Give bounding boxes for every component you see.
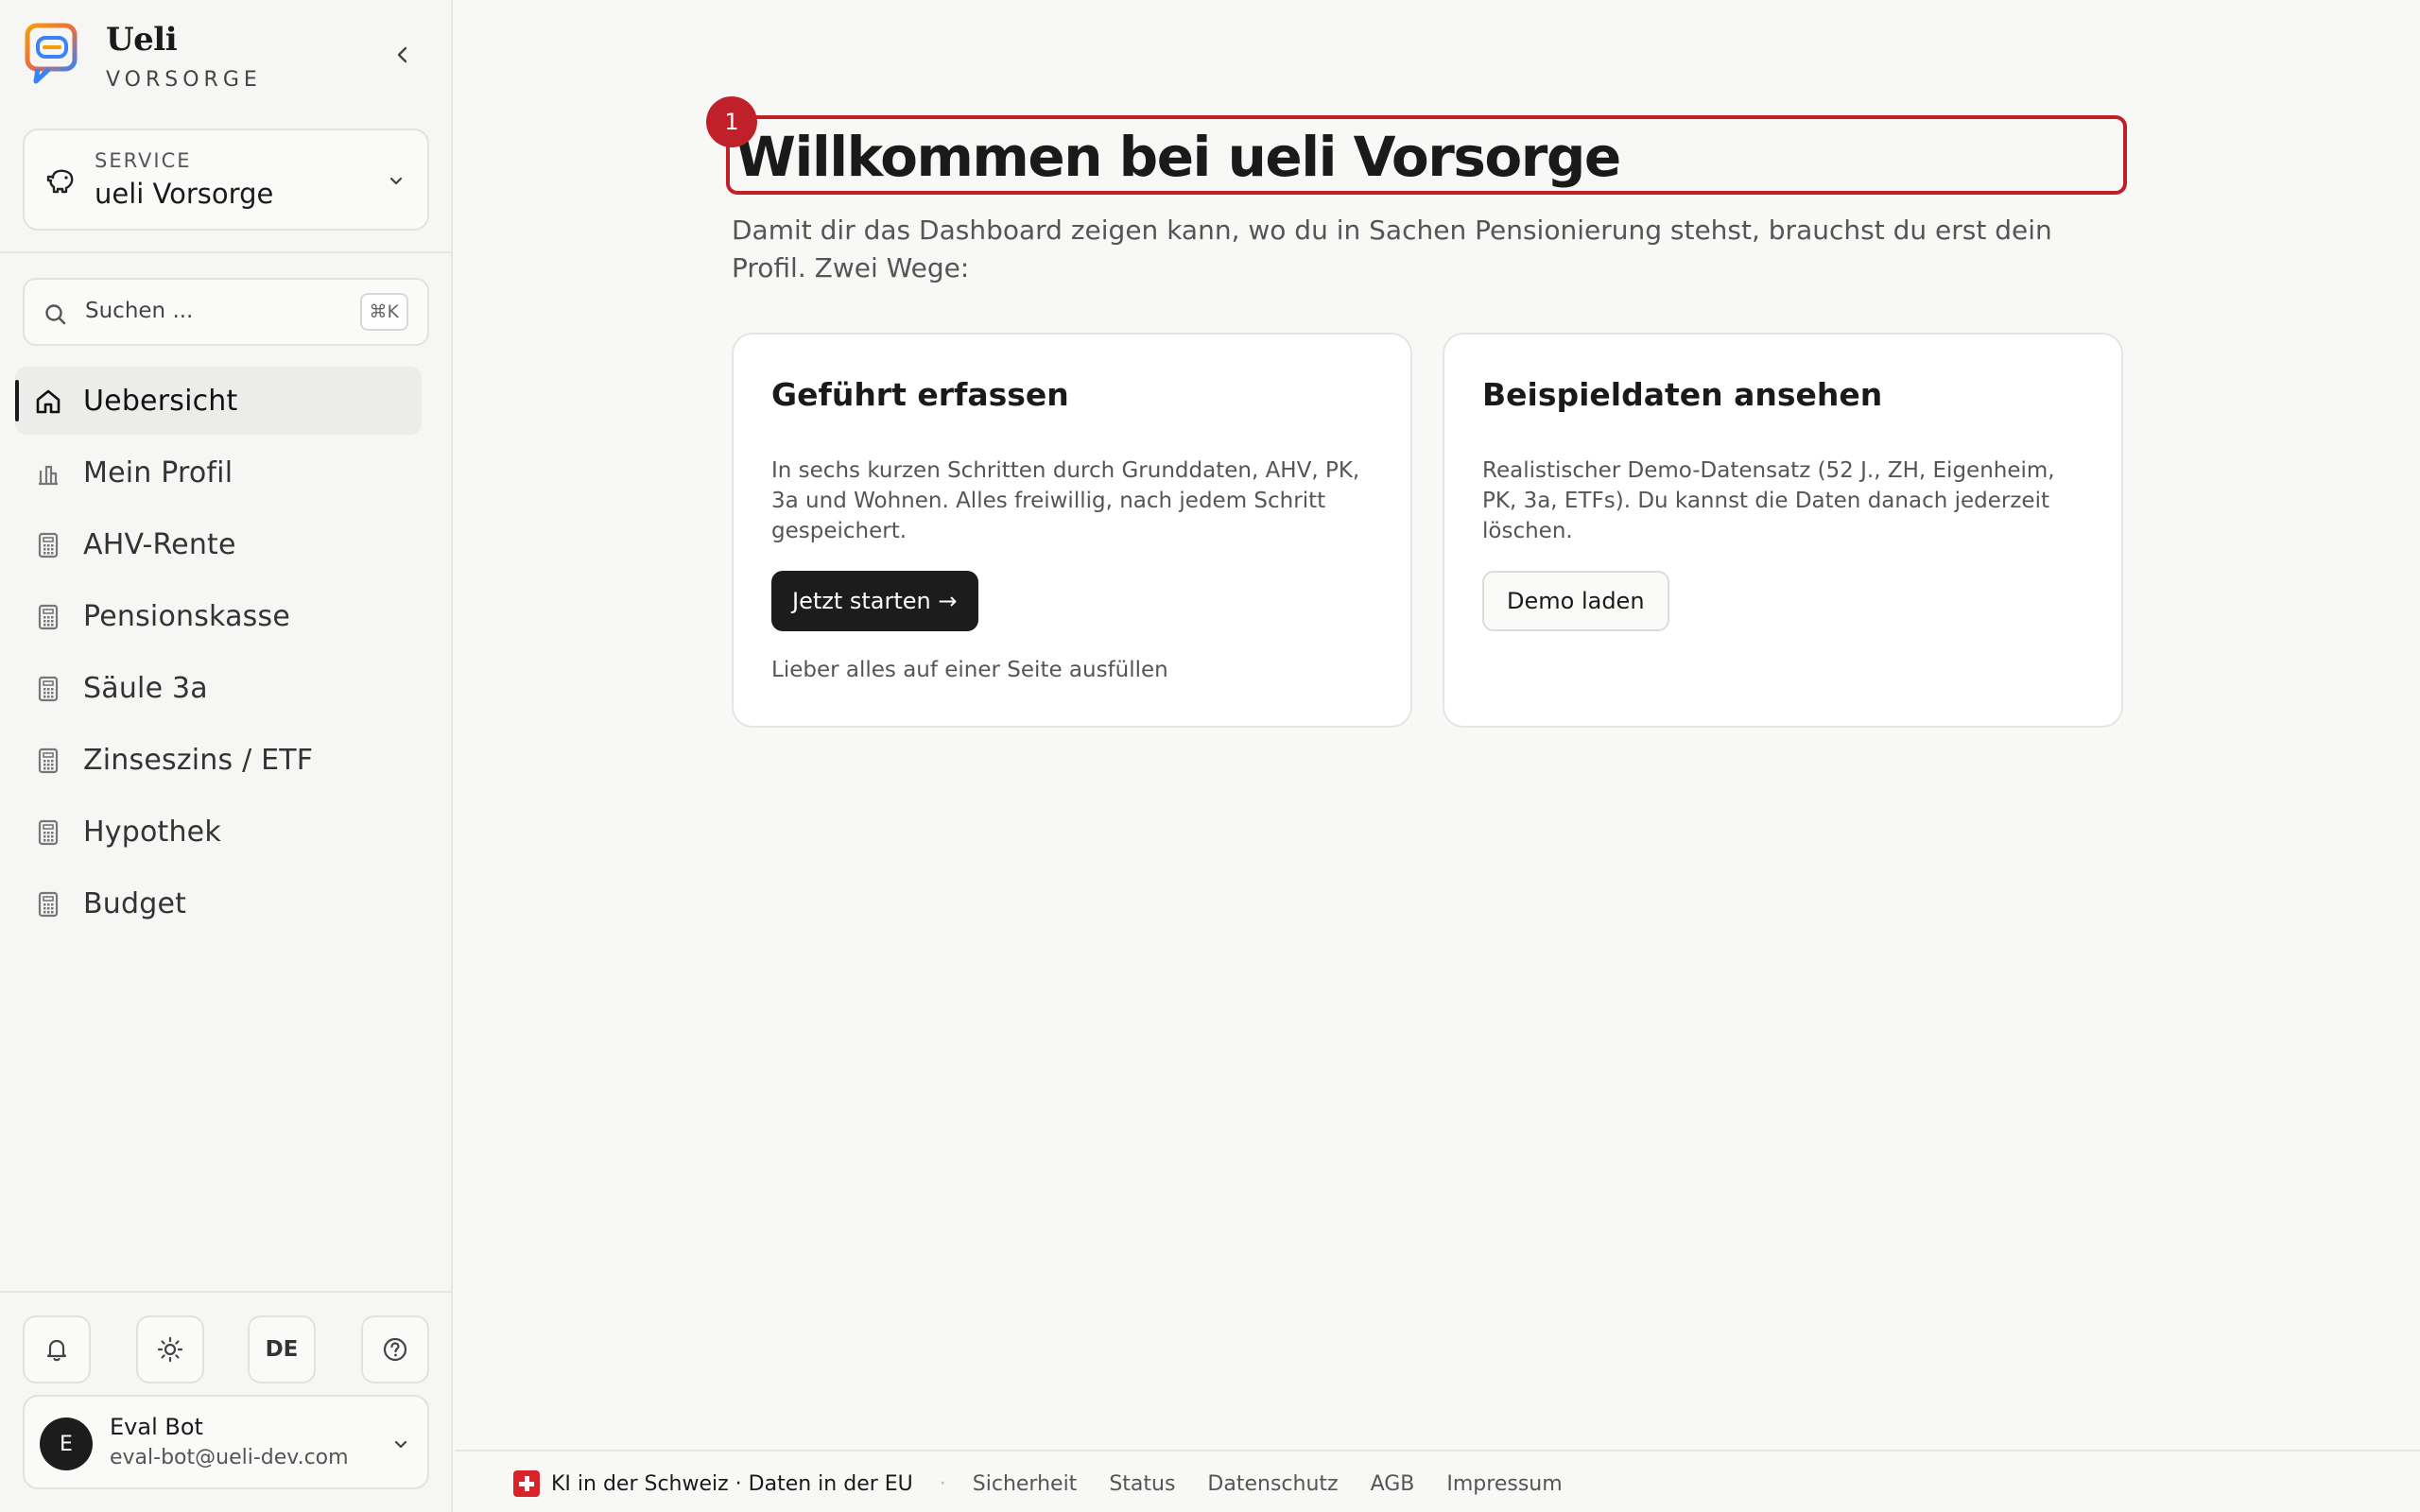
sidebar-item-label: Budget [83, 886, 187, 920]
brand-subtitle: VORSORGE [106, 68, 262, 92]
intro-text: Damit dir das Dashboard zeigen kann, wo … [732, 215, 2052, 284]
page-title: Willkommen bei ueli Vorsorge [735, 125, 1621, 189]
sidebar-item-label: Hypothek [83, 815, 221, 849]
search-input[interactable]: Suchen ... ⌘K [23, 278, 429, 346]
chat-bubbles-logo-icon [25, 23, 78, 84]
guided-entry-card: Geführt erfassen In sechs kurzen Schritt… [732, 333, 1412, 728]
footer-divider [455, 1450, 2420, 1452]
demo-data-card: Beispieldaten ansehen Realistischer Demo… [1443, 333, 2123, 728]
card-description: In sechs kurzen Schritten durch Grunddat… [771, 458, 1360, 543]
footer-claim: KI in der Schweiz · Daten in der EU [551, 1471, 913, 1496]
sidebar-item-saeule-3a[interactable]: Säule 3a [15, 654, 422, 722]
sidebar: Ueli VORSORGE SERVICE ueli Vorsorge Such… [0, 0, 453, 1512]
sidebar-item-label: Säule 3a [83, 671, 208, 705]
bell-icon [46, 1339, 67, 1362]
user-menu[interactable]: E Eval Bot eval-bot@ueli-dev.com [23, 1395, 429, 1489]
notifications-button[interactable] [23, 1315, 91, 1383]
footer-link-impressum[interactable]: Impressum [1446, 1472, 1562, 1496]
footer-link-datenschutz[interactable]: Datenschutz [1207, 1472, 1338, 1496]
sidebar-nav: Uebersicht Mein Profil AHV-Rente Pension… [15, 367, 422, 941]
theme-toggle-button[interactable] [136, 1315, 204, 1383]
single-page-form-link[interactable]: Lieber alles auf einer Seite ausfüllen [771, 658, 1168, 682]
sidebar-item-ahv-rente[interactable]: AHV-Rente [15, 510, 422, 578]
brand-name: Ueli [106, 21, 178, 59]
calculator-icon [38, 676, 59, 702]
brand[interactable]: Ueli VORSORGE [25, 21, 431, 96]
calculator-icon [38, 819, 59, 846]
start-button[interactable]: Jetzt starten → [771, 571, 978, 631]
calculator-icon [38, 891, 59, 918]
footer: KI in der Schweiz · Daten in der EU · Si… [513, 1467, 1595, 1501]
user-email: eval-bot@ueli-dev.com [110, 1446, 349, 1469]
swiss-flag-icon [513, 1470, 540, 1497]
sidebar-item-hypothek[interactable]: Hypothek [15, 798, 422, 866]
sidebar-item-pensionskasse[interactable]: Pensionskasse [15, 582, 422, 650]
load-demo-button[interactable]: Demo laden [1482, 571, 1669, 631]
search-shortcut: ⌘K [359, 293, 408, 331]
footer-link-sicherheit[interactable]: Sicherheit [973, 1472, 1078, 1496]
search-placeholder: Suchen ... [85, 299, 194, 323]
search-icon [45, 304, 66, 325]
collapse-sidebar-button[interactable] [384, 36, 422, 74]
calculator-icon [38, 532, 59, 558]
calculator-icon [38, 604, 59, 630]
page-title-highlight: Willkommen bei ueli Vorsorge [726, 115, 2127, 195]
language-label: DE [265, 1337, 299, 1362]
avatar: E [40, 1418, 93, 1470]
sidebar-item-label: Pensionskasse [83, 599, 291, 633]
chevron-left-icon [397, 46, 407, 63]
language-button[interactable]: DE [248, 1315, 316, 1383]
sidebar-item-mein-profil[interactable]: Mein Profil [15, 438, 422, 507]
sidebar-item-label: Zinseszins / ETF [83, 743, 314, 777]
chevron-down-icon [394, 1440, 407, 1449]
chevron-down-icon [389, 177, 403, 185]
card-title: Geführt erfassen [771, 376, 1069, 413]
service-value: ueli Vorsorge [95, 178, 274, 210]
service-label: SERVICE [95, 149, 192, 172]
user-name: Eval Bot [110, 1414, 203, 1440]
footer-link-status[interactable]: Status [1109, 1472, 1175, 1496]
main-content: Willkommen bei ueli Vorsorge 1 Damit dir… [455, 0, 2420, 1512]
sun-icon [157, 1336, 183, 1363]
card-description: Realistischer Demo-Datensatz (52 J., ZH,… [1482, 458, 2055, 543]
home-icon [36, 389, 60, 414]
sidebar-item-uebersicht[interactable]: Uebersicht [15, 367, 422, 435]
service-selector[interactable]: SERVICE ueli Vorsorge [23, 129, 429, 231]
sidebar-divider [0, 251, 452, 253]
footer-separator: · [939, 1471, 946, 1496]
calculator-icon [38, 747, 59, 774]
footer-link-agb[interactable]: AGB [1371, 1472, 1415, 1496]
sidebar-item-label: Uebersicht [83, 384, 238, 418]
piggy-bank-icon [46, 169, 74, 194]
help-button[interactable] [361, 1315, 429, 1383]
sidebar-item-budget[interactable]: Budget [15, 869, 422, 937]
sidebar-item-label: Mein Profil [83, 455, 233, 490]
help-circle-icon [383, 1337, 407, 1362]
sidebar-item-label: AHV-Rente [83, 527, 236, 561]
step-badge: 1 [706, 96, 757, 147]
sidebar-bottom-divider [0, 1291, 452, 1293]
sidebar-item-zinseszins-etf[interactable]: Zinseszins / ETF [15, 726, 422, 794]
card-title: Beispieldaten ansehen [1482, 376, 1883, 413]
bank-icon [39, 465, 58, 486]
